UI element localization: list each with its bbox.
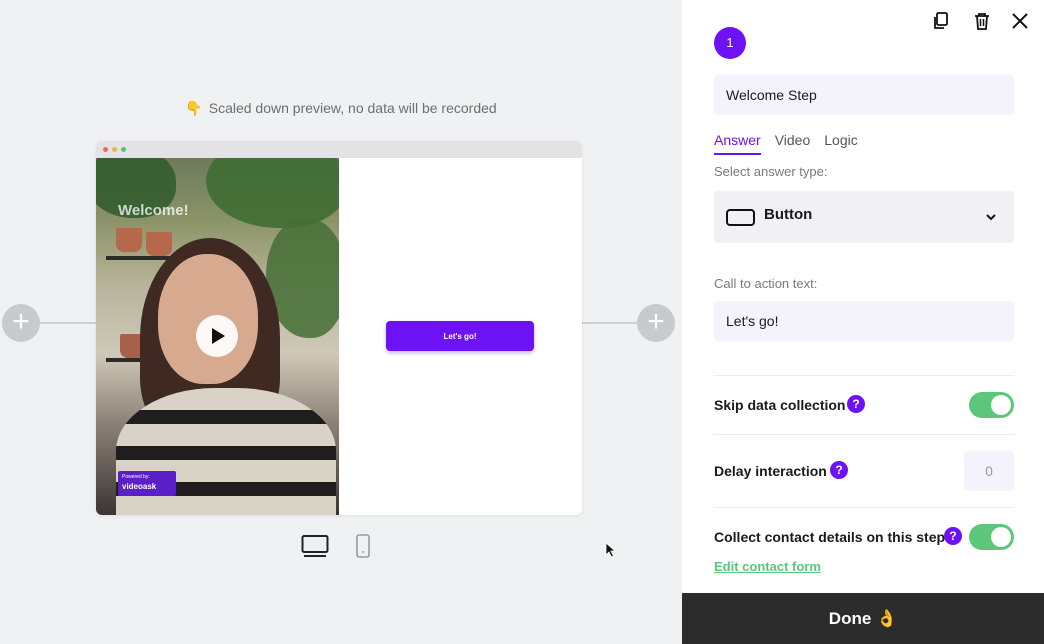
videoask-logo: videoask (122, 482, 157, 491)
skip-data-toggle[interactable] (969, 392, 1014, 418)
preview-browser-frame: Welcome! Powered by: videoask Let's go! (96, 141, 582, 515)
desktop-preview-icon[interactable] (301, 533, 329, 559)
delay-help-icon[interactable]: ? (830, 461, 848, 479)
powered-by-badge[interactable]: Powered by: videoask (118, 471, 176, 496)
browser-title-bar (96, 141, 582, 158)
divider (714, 507, 1014, 508)
plant-pot (116, 228, 142, 252)
button-type-icon (726, 209, 755, 226)
skip-data-help-icon[interactable]: ? (847, 395, 865, 413)
play-icon[interactable] (196, 315, 238, 357)
preview-note-text: Scaled down preview, no data will be rec… (208, 100, 497, 116)
duplicate-icon[interactable] (930, 10, 952, 32)
video-welcome-text: Welcome! (118, 202, 189, 219)
right-connector-line (582, 322, 640, 324)
cta-text-label: Call to action text: (714, 276, 818, 291)
trash-icon[interactable] (971, 10, 993, 32)
step-title-input[interactable] (714, 75, 1014, 115)
collect-contact-help-icon[interactable]: ? (944, 527, 962, 545)
collect-contact-label: Collect contact details on this step (714, 529, 946, 545)
window-minimize-dot (112, 147, 117, 152)
chevron-down-icon (986, 214, 996, 221)
step-number-badge: 1 (714, 27, 746, 59)
add-step-after-button[interactable]: + (637, 304, 675, 342)
answer-preview-pane: Let's go! (339, 158, 582, 515)
flow-canvas: 👇 Scaled down preview, no data will be re… (0, 0, 682, 644)
edit-contact-form-link[interactable]: Edit contact form (714, 559, 821, 574)
left-connector-line (40, 322, 98, 324)
close-icon[interactable] (1009, 10, 1031, 32)
mobile-preview-icon[interactable] (355, 533, 371, 559)
pointing-down-emoji: 👇 (185, 100, 203, 116)
done-button[interactable]: Done 👌 (682, 593, 1044, 644)
toggle-knob (991, 527, 1011, 547)
skip-data-label: Skip data collection (714, 397, 846, 413)
powered-by-label: Powered by: (122, 474, 150, 480)
tab-answer[interactable]: Answer (714, 132, 761, 155)
mouse-cursor-icon (605, 542, 617, 558)
window-maximize-dot (121, 147, 126, 152)
toggle-knob (991, 395, 1011, 415)
tab-video[interactable]: Video (775, 132, 811, 155)
preview-cta-button[interactable]: Let's go! (386, 321, 534, 351)
add-step-before-button[interactable]: + (2, 304, 40, 342)
collect-contact-toggle[interactable] (969, 524, 1014, 550)
preview-note: 👇 Scaled down preview, no data will be re… (0, 100, 682, 117)
step-settings-panel: 1 Answer Video Logic Select answer type:… (682, 0, 1044, 644)
cta-text-input[interactable] (714, 301, 1014, 341)
answer-type-select[interactable]: Button (714, 191, 1014, 243)
settings-tabs: Answer Video Logic (714, 132, 858, 155)
tab-logic[interactable]: Logic (824, 132, 857, 155)
answer-type-label: Select answer type: (714, 164, 828, 179)
divider (714, 434, 1014, 435)
window-close-dot (103, 147, 108, 152)
plant-leaves (206, 158, 339, 228)
delay-seconds-input[interactable] (964, 451, 1014, 491)
answer-type-value: Button (764, 206, 813, 223)
plant-pot (146, 232, 172, 256)
delay-interaction-label: Delay interaction (714, 463, 827, 479)
divider (714, 375, 1014, 376)
video-preview[interactable]: Welcome! Powered by: videoask (96, 158, 339, 515)
